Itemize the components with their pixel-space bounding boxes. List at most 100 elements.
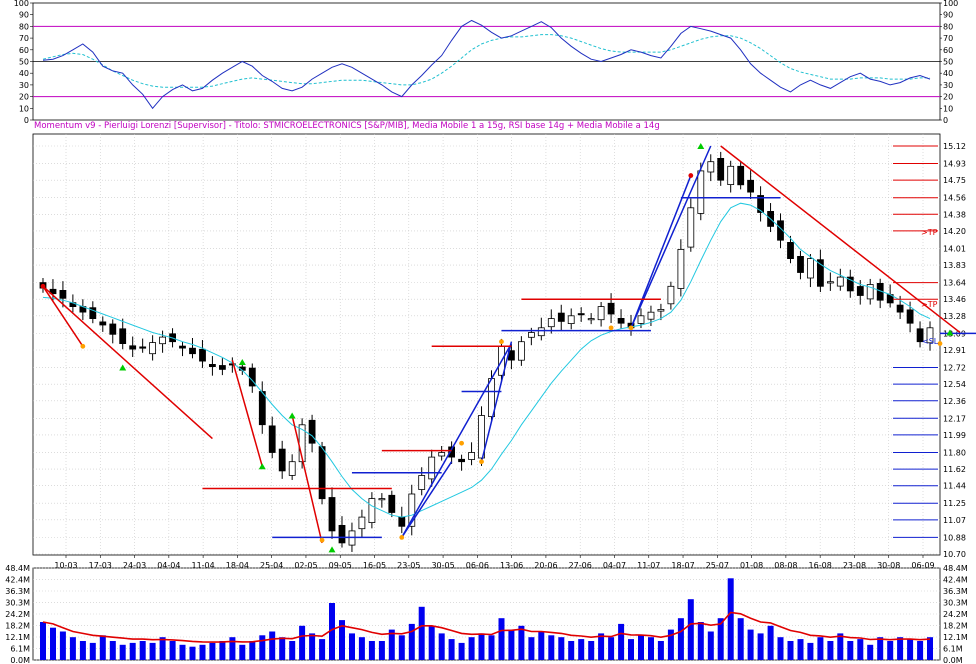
rsi-tick-right: 60 <box>943 46 953 55</box>
x-tick-label: 06-06 <box>466 561 489 570</box>
candle-body <box>518 341 525 361</box>
volume-bar <box>498 618 505 660</box>
candle-body <box>378 498 386 501</box>
volume-bar <box>279 637 286 660</box>
x-tick-label: 01-08 <box>740 561 763 570</box>
volume-tick-right: 30.3M <box>943 598 968 607</box>
signal-dot <box>628 325 634 331</box>
volume-bar <box>289 641 296 660</box>
volume-bar <box>309 633 316 660</box>
x-tick-label: 04-07 <box>603 561 626 570</box>
volume-bar <box>857 639 864 660</box>
candle-body <box>428 456 436 480</box>
take-profit-label-lower: >TP <box>921 300 938 309</box>
candle-body <box>99 321 107 326</box>
price-tick-right: 14.01 <box>943 244 966 253</box>
volume-bar <box>897 637 904 660</box>
volume-bar <box>69 637 76 660</box>
volume-tick-right: 6.1M <box>943 644 963 653</box>
volume-bar <box>119 644 126 660</box>
volume-tick-left: 36.3M <box>5 587 30 596</box>
volume-bar <box>548 635 555 660</box>
price-tick-right: 14.75 <box>943 176 966 185</box>
candle-body <box>159 336 167 345</box>
candle-body <box>906 309 914 324</box>
volume-bar <box>448 639 455 660</box>
volume-bar <box>259 635 266 660</box>
volume-bar <box>149 642 156 660</box>
volume-bar <box>129 642 136 660</box>
buy-signal-marker <box>258 463 266 470</box>
candle-body <box>637 315 645 324</box>
rsi-tick-right: 20 <box>943 93 953 102</box>
volume-bar <box>817 637 824 660</box>
volume-tick-left: 42.4M <box>5 575 30 584</box>
signal-dot <box>499 339 504 345</box>
candle-body <box>657 308 665 312</box>
volume-bar <box>578 639 585 660</box>
candle-body <box>697 170 705 214</box>
volume-bar <box>687 599 694 660</box>
signal-dot <box>459 440 464 446</box>
volume-bar <box>398 635 405 660</box>
buy-signal-marker <box>288 412 296 419</box>
volume-tick-right: 42.4M <box>943 575 968 584</box>
downtrend-line-red <box>291 415 323 544</box>
candle-body <box>109 323 117 335</box>
volume-bar <box>767 625 774 660</box>
x-tick-label: 16-05 <box>363 561 386 570</box>
volume-bar <box>438 633 445 660</box>
volume-tick-right: 12.1M <box>943 633 968 642</box>
stop-loss-label: <SL <box>922 337 939 346</box>
candle-body <box>737 165 745 186</box>
candle-body <box>557 312 565 322</box>
x-tick-label: 18-04 <box>226 561 249 570</box>
volume-bar <box>508 629 515 660</box>
volume-bar <box>867 644 874 660</box>
volume-bar <box>139 641 146 660</box>
rsi-ma-line <box>42 34 930 88</box>
downtrend-line-red <box>42 285 213 440</box>
candle-body <box>358 516 366 530</box>
candle-body <box>268 425 276 453</box>
candle-body <box>807 258 814 279</box>
volume-tick-left: 12.1M <box>5 633 30 642</box>
price-tick-right: 13.83 <box>943 261 966 270</box>
volume-bar <box>219 641 226 660</box>
volume-bar <box>657 641 664 660</box>
volume-bar <box>468 637 475 660</box>
candle-body <box>139 346 147 349</box>
volume-bar <box>747 629 754 660</box>
price-tick-right: 15.12 <box>943 142 966 151</box>
candle-body <box>119 328 127 344</box>
volume-bar <box>677 618 684 660</box>
rsi-tick-left: 80 <box>19 22 29 31</box>
rsi-tick-right: 40 <box>943 69 953 78</box>
volume-bar <box>588 641 595 660</box>
x-tick-label: 11-04 <box>191 561 214 570</box>
candle-body <box>617 317 625 324</box>
volume-bar <box>697 622 704 660</box>
volume-bar <box>807 642 814 660</box>
x-tick-label: 20-06 <box>534 561 557 570</box>
volume-bar <box>408 623 415 660</box>
buy-signal-marker <box>328 546 336 553</box>
rsi-tick-left: 100 <box>14 0 29 8</box>
rsi-tick-left: 0 <box>24 116 29 125</box>
price-tick-right: 14.56 <box>943 194 966 203</box>
rsi-tick-left: 40 <box>19 69 29 78</box>
volume-tick-right: 0.0M <box>943 656 963 664</box>
volume-bar <box>917 641 924 660</box>
volume-bar <box>907 639 914 660</box>
volume-bar <box>558 637 565 660</box>
candle-body <box>438 452 446 457</box>
volume-bar <box>239 644 246 660</box>
x-tick-label: 11-07 <box>637 561 660 570</box>
rsi-tick-right: 90 <box>943 11 953 20</box>
volume-bar <box>628 639 634 660</box>
x-tick-label: 04-04 <box>157 561 180 570</box>
candle-body <box>717 157 725 181</box>
x-tick-label: 24-03 <box>123 561 146 570</box>
candle-body <box>547 318 555 328</box>
candle-body <box>537 327 545 337</box>
